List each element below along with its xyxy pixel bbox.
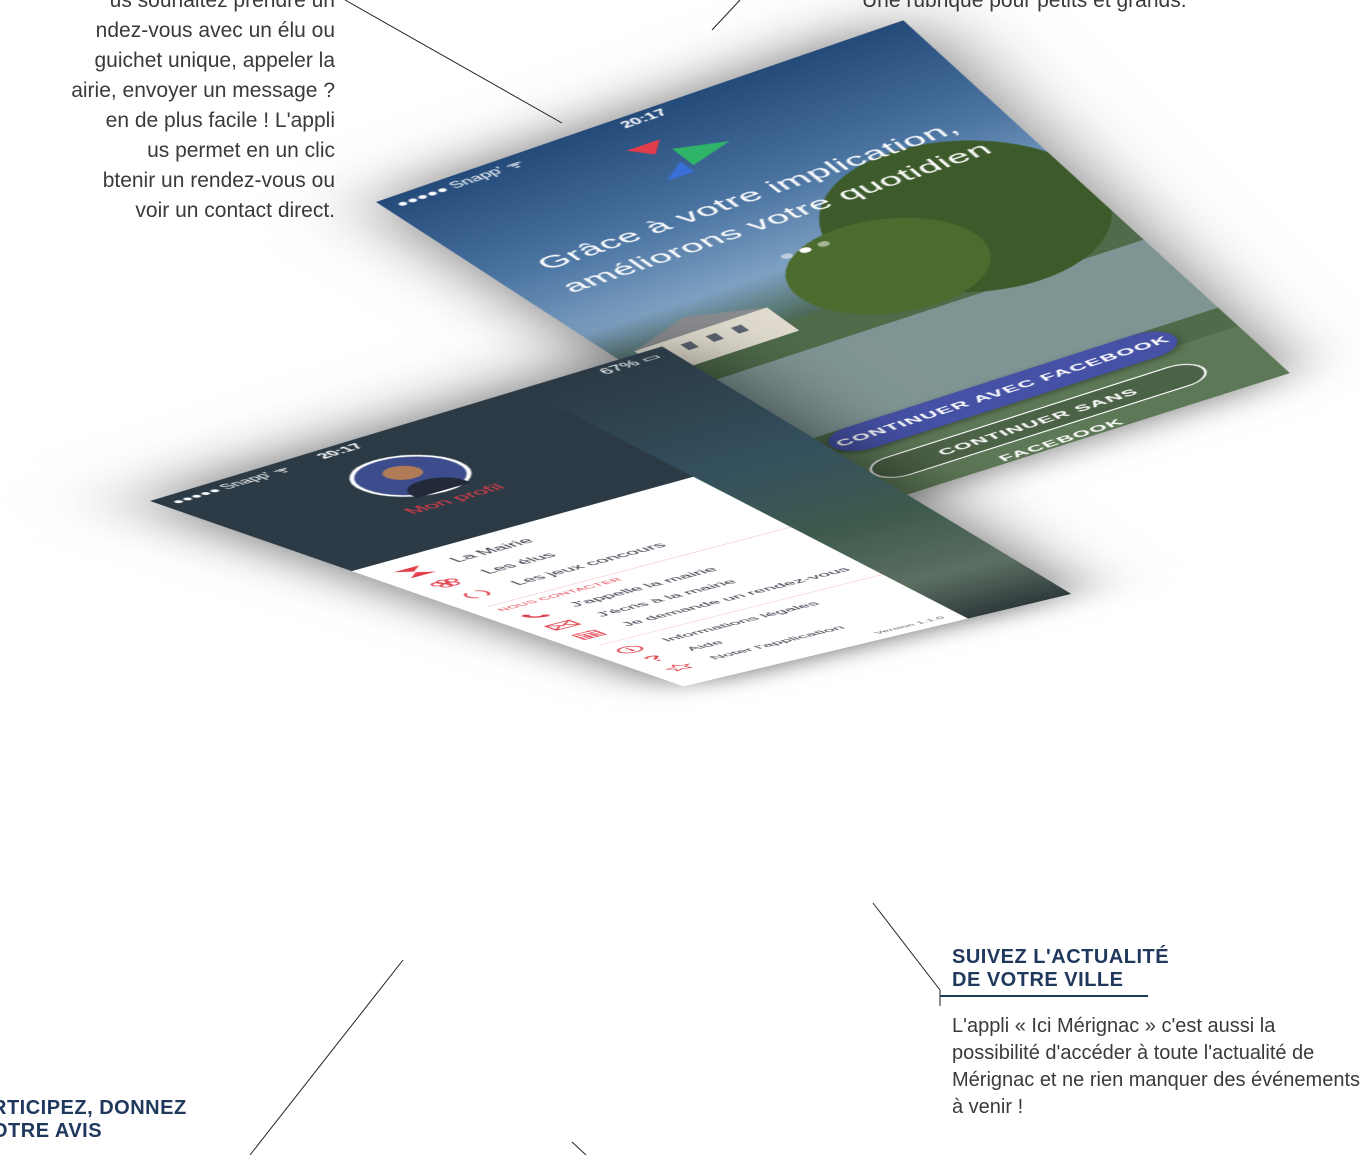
top-right-paragraph: Une rubrique pour petits et grands. bbox=[862, 0, 1187, 16]
callout-paragraph: L'appli « Ici Mérignac » c'est aussi la … bbox=[952, 1013, 1361, 1121]
page-dot[interactable] bbox=[816, 240, 832, 248]
question-icon bbox=[635, 653, 674, 664]
mairie-logo-icon bbox=[391, 564, 439, 579]
star-icon bbox=[660, 662, 698, 673]
calendar-icon bbox=[568, 628, 609, 640]
callout-heading: RTICIPEZ, DONNEZ OTRE AVIS bbox=[0, 1097, 187, 1143]
page-dot-active[interactable] bbox=[797, 246, 813, 254]
callout-heading: SUIVEZ L'ACTUALITÉ DE VOTRE VILLE bbox=[952, 946, 1361, 992]
callout-underline bbox=[940, 995, 1148, 997]
people-icon bbox=[423, 576, 470, 590]
envelope-icon bbox=[541, 619, 583, 632]
intro-paragraph: us souhaitez prendre un ndez-vous avec u… bbox=[0, 0, 335, 226]
phone-icon bbox=[514, 609, 557, 622]
laurel-icon bbox=[454, 587, 499, 601]
info-icon bbox=[610, 644, 650, 656]
callout-participez: RTICIPEZ, DONNEZ OTRE AVIS bbox=[0, 1097, 187, 1143]
app-version: Version 1.1.0 bbox=[873, 616, 947, 635]
callout-actualite: SUIVEZ L'ACTUALITÉ DE VOTRE VILLE L'appl… bbox=[952, 946, 1361, 1121]
